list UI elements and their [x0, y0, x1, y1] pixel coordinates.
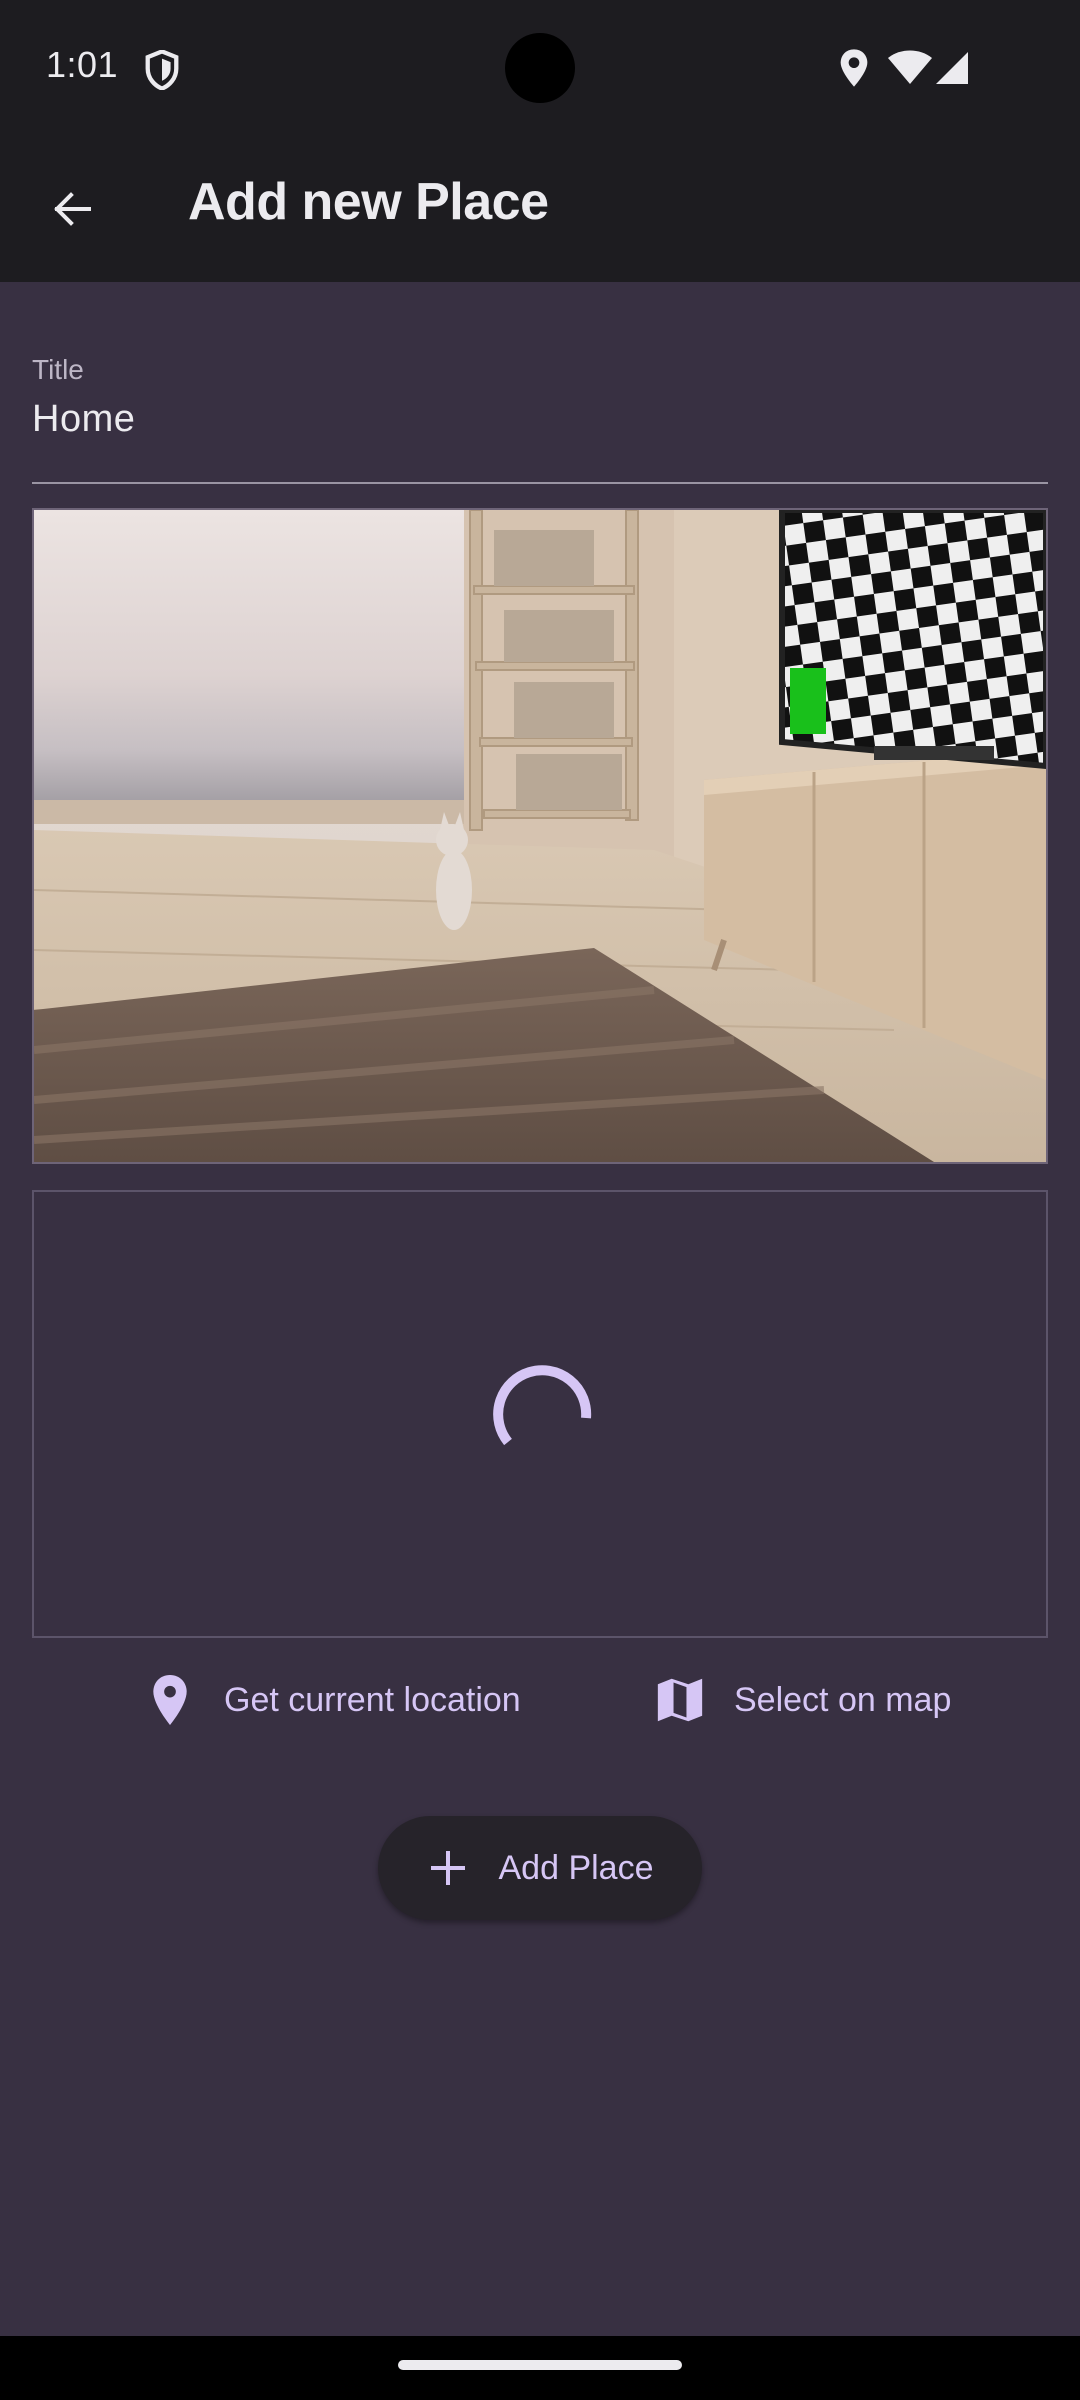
room-photo [34, 510, 1046, 1162]
location-preview [32, 1190, 1048, 1638]
plus-icon [430, 1851, 465, 1885]
app-bar: Add new Place [0, 136, 1080, 282]
title-field-label: Title [32, 354, 84, 385]
add-place-label: Add Place [498, 1848, 654, 1887]
map-icon [656, 1672, 704, 1728]
loading-spinner [493, 1365, 592, 1446]
shield-icon [145, 50, 179, 90]
camera-cutout [505, 33, 575, 103]
screen: 1:01 Add new Place Title Home Get curren… [0, 0, 1080, 2400]
title-field[interactable]: Title Home [32, 346, 1048, 484]
home-indicator[interactable] [398, 2360, 682, 2370]
page-title: Add new Place [188, 173, 549, 231]
back-button[interactable] [40, 176, 106, 242]
location-icon [840, 49, 868, 87]
image-preview[interactable] [32, 508, 1048, 1164]
select-on-map-button[interactable]: Select on map [656, 1666, 951, 1734]
signal-icon [936, 52, 968, 84]
navigation-bar [0, 2336, 1080, 2400]
status-bar: 1:01 [0, 0, 1080, 136]
get-current-location-label: Get current location [224, 1680, 521, 1719]
title-field-value[interactable]: Home [32, 398, 135, 441]
location-pin-icon [146, 1672, 194, 1728]
get-current-location-button[interactable]: Get current location [146, 1666, 521, 1734]
status-time: 1:01 [46, 44, 119, 85]
select-on-map-label: Select on map [734, 1680, 952, 1719]
add-place-button[interactable]: Add Place [378, 1816, 702, 1920]
arrow-back-icon [54, 192, 91, 226]
wifi-icon [888, 50, 932, 84]
